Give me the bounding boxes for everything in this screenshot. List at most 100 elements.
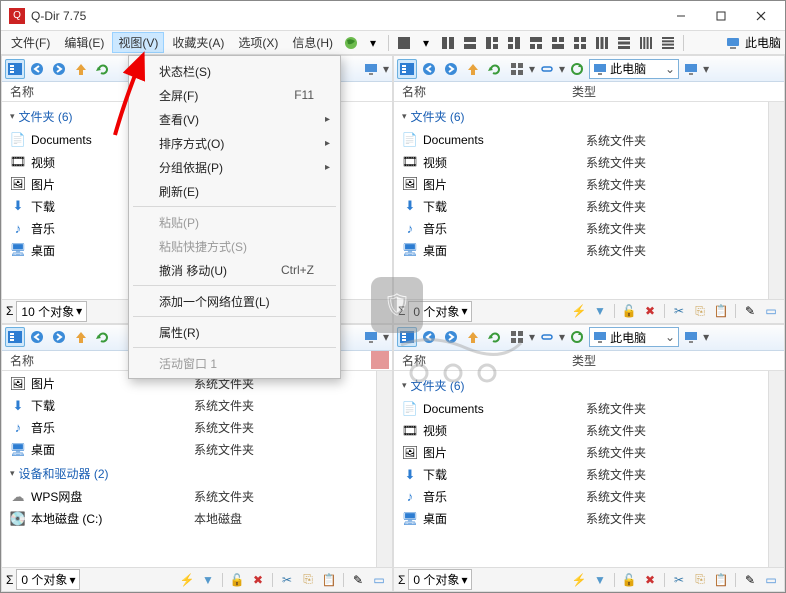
menu-favorites[interactable]: 收藏夹(A) (166, 32, 230, 53)
address-bar[interactable]: 此电脑 ⌄ (589, 59, 679, 79)
layout-4v-icon[interactable] (637, 34, 655, 52)
chevron-down-icon[interactable]: ▾ (529, 330, 535, 344)
monitor-icon[interactable] (681, 327, 701, 347)
scrollbar[interactable] (768, 371, 784, 568)
address-bar[interactable]: 此电脑 ⌄ (589, 327, 679, 347)
grid-icon[interactable] (507, 327, 527, 347)
refresh-icon[interactable] (485, 327, 505, 347)
col-name[interactable]: 名称 (402, 352, 572, 369)
object-count[interactable]: 0 个对象 ▾ (408, 569, 472, 590)
menu-item[interactable]: 刷新(E) (131, 179, 338, 203)
forward-button[interactable] (49, 59, 69, 79)
edit-icon[interactable]: ✎ (741, 571, 759, 589)
delete-icon[interactable]: ✖ (641, 571, 659, 589)
col-type[interactable]: 类型 (572, 352, 742, 369)
menu-file[interactable]: 文件(F) (5, 32, 56, 53)
view-list-icon[interactable] (397, 327, 417, 347)
maximize-button[interactable] (701, 2, 741, 30)
scrollbar[interactable] (768, 102, 784, 299)
chevron-down-icon[interactable]: ▾ (383, 330, 389, 344)
object-count[interactable]: 0 个对象 ▾ (408, 301, 472, 322)
view-list-icon[interactable] (397, 59, 417, 79)
menu-item[interactable]: 分组依据(P) (131, 155, 338, 179)
paste-icon[interactable]: 📋 (712, 302, 730, 320)
menu-item[interactable]: 排序方式(O) (131, 131, 338, 155)
flash-icon[interactable]: ⚡ (178, 571, 196, 589)
unlock-icon[interactable]: 🔓 (620, 302, 638, 320)
chevron-down-icon[interactable]: ▾ (703, 330, 709, 344)
menu-item[interactable]: 属性(R) (131, 320, 338, 344)
column-headers[interactable]: 名称 类型 (394, 82, 784, 102)
paste-icon[interactable]: 📋 (320, 571, 338, 589)
computer-label[interactable]: 此电脑 (745, 34, 781, 51)
file-list[interactable]: 文件夹 (6) 📄Documents系统文件夹 🎞视频系统文件夹 🖼图片系统文件… (394, 102, 768, 299)
group-folders[interactable]: 文件夹 (6) (394, 373, 768, 398)
menu-item[interactable]: 撤消 移动(U)Ctrl+Z (131, 258, 338, 282)
chevron-down-icon[interactable]: ▾ (559, 330, 565, 344)
menu-item[interactable]: 查看(V) (131, 107, 338, 131)
chevron-down-icon[interactable]: ⌄ (665, 62, 675, 76)
computer-icon[interactable] (724, 34, 742, 52)
monitor-small-icon[interactable]: ▭ (762, 571, 780, 589)
layout-3a-icon[interactable] (483, 34, 501, 52)
up-button[interactable] (71, 327, 91, 347)
menu-edit[interactable]: 编辑(E) (58, 32, 110, 53)
menu-options[interactable]: 选项(X) (232, 32, 284, 53)
copy-icon[interactable]: ⎘ (299, 571, 317, 589)
back-button[interactable] (419, 327, 439, 347)
dropdown-icon[interactable]: ▾ (364, 34, 382, 52)
monitor-small-icon[interactable]: ▭ (762, 302, 780, 320)
up-button[interactable] (463, 327, 483, 347)
delete-icon[interactable]: ✖ (249, 571, 267, 589)
globe-icon[interactable] (342, 34, 360, 52)
chevron-down-icon[interactable]: ▾ (559, 62, 565, 76)
back-button[interactable] (27, 59, 47, 79)
column-headers[interactable]: 名称 类型 (394, 351, 784, 371)
unlock-icon[interactable]: 🔓 (228, 571, 246, 589)
scrollbar[interactable] (376, 371, 392, 568)
refresh-icon[interactable] (485, 59, 505, 79)
unlock-icon[interactable]: 🔓 (620, 571, 638, 589)
view-list-icon[interactable] (5, 59, 25, 79)
edit-icon[interactable]: ✎ (741, 302, 759, 320)
copy-icon[interactable]: ⎘ (691, 302, 709, 320)
layout-3b-icon[interactable] (505, 34, 523, 52)
link-icon[interactable] (537, 59, 557, 79)
layout-3h-icon[interactable] (615, 34, 633, 52)
refresh-icon[interactable] (93, 59, 113, 79)
flash-icon[interactable]: ⚡ (570, 571, 588, 589)
copy-icon[interactable]: ⎘ (691, 571, 709, 589)
forward-button[interactable] (441, 327, 461, 347)
group-folders[interactable]: 文件夹 (6) (394, 104, 768, 129)
monitor-icon[interactable] (361, 59, 381, 79)
forward-button[interactable] (49, 327, 69, 347)
close-button[interactable] (741, 2, 781, 30)
monitor-icon[interactable] (361, 327, 381, 347)
minimize-button[interactable] (661, 2, 701, 30)
layout-3d-icon[interactable] (549, 34, 567, 52)
chevron-down-icon[interactable]: ⌄ (665, 330, 675, 344)
filter-icon[interactable]: ▼ (199, 571, 217, 589)
up-button[interactable] (71, 59, 91, 79)
menu-item[interactable]: 状态栏(S) (131, 59, 338, 83)
layout-4h-icon[interactable] (659, 34, 677, 52)
chevron-down-icon[interactable]: ▾ (703, 62, 709, 76)
view-list-icon[interactable] (5, 327, 25, 347)
back-button[interactable] (419, 59, 439, 79)
grid-icon[interactable] (507, 59, 527, 79)
monitor-small-icon[interactable]: ▭ (370, 571, 388, 589)
object-count[interactable]: 0 个对象 ▾ (16, 569, 80, 590)
refresh-icon[interactable] (93, 327, 113, 347)
cut-icon[interactable]: ✂ (670, 302, 688, 320)
menu-item[interactable]: 全屏(F)F11 (131, 83, 338, 107)
col-name[interactable]: 名称 (402, 83, 572, 100)
paste-icon[interactable]: 📋 (712, 571, 730, 589)
col-type[interactable]: 类型 (572, 83, 742, 100)
link-icon[interactable] (537, 327, 557, 347)
layout-4-icon[interactable] (571, 34, 589, 52)
file-list[interactable]: 🖼图片系统文件夹 ⬇下载系统文件夹 ♪音乐系统文件夹 🖥桌面系统文件夹 设备和驱… (2, 371, 376, 568)
up-button[interactable] (463, 59, 483, 79)
filter-icon[interactable]: ▼ (591, 571, 609, 589)
edit-icon[interactable]: ✎ (349, 571, 367, 589)
layout-1-icon[interactable] (395, 34, 413, 52)
